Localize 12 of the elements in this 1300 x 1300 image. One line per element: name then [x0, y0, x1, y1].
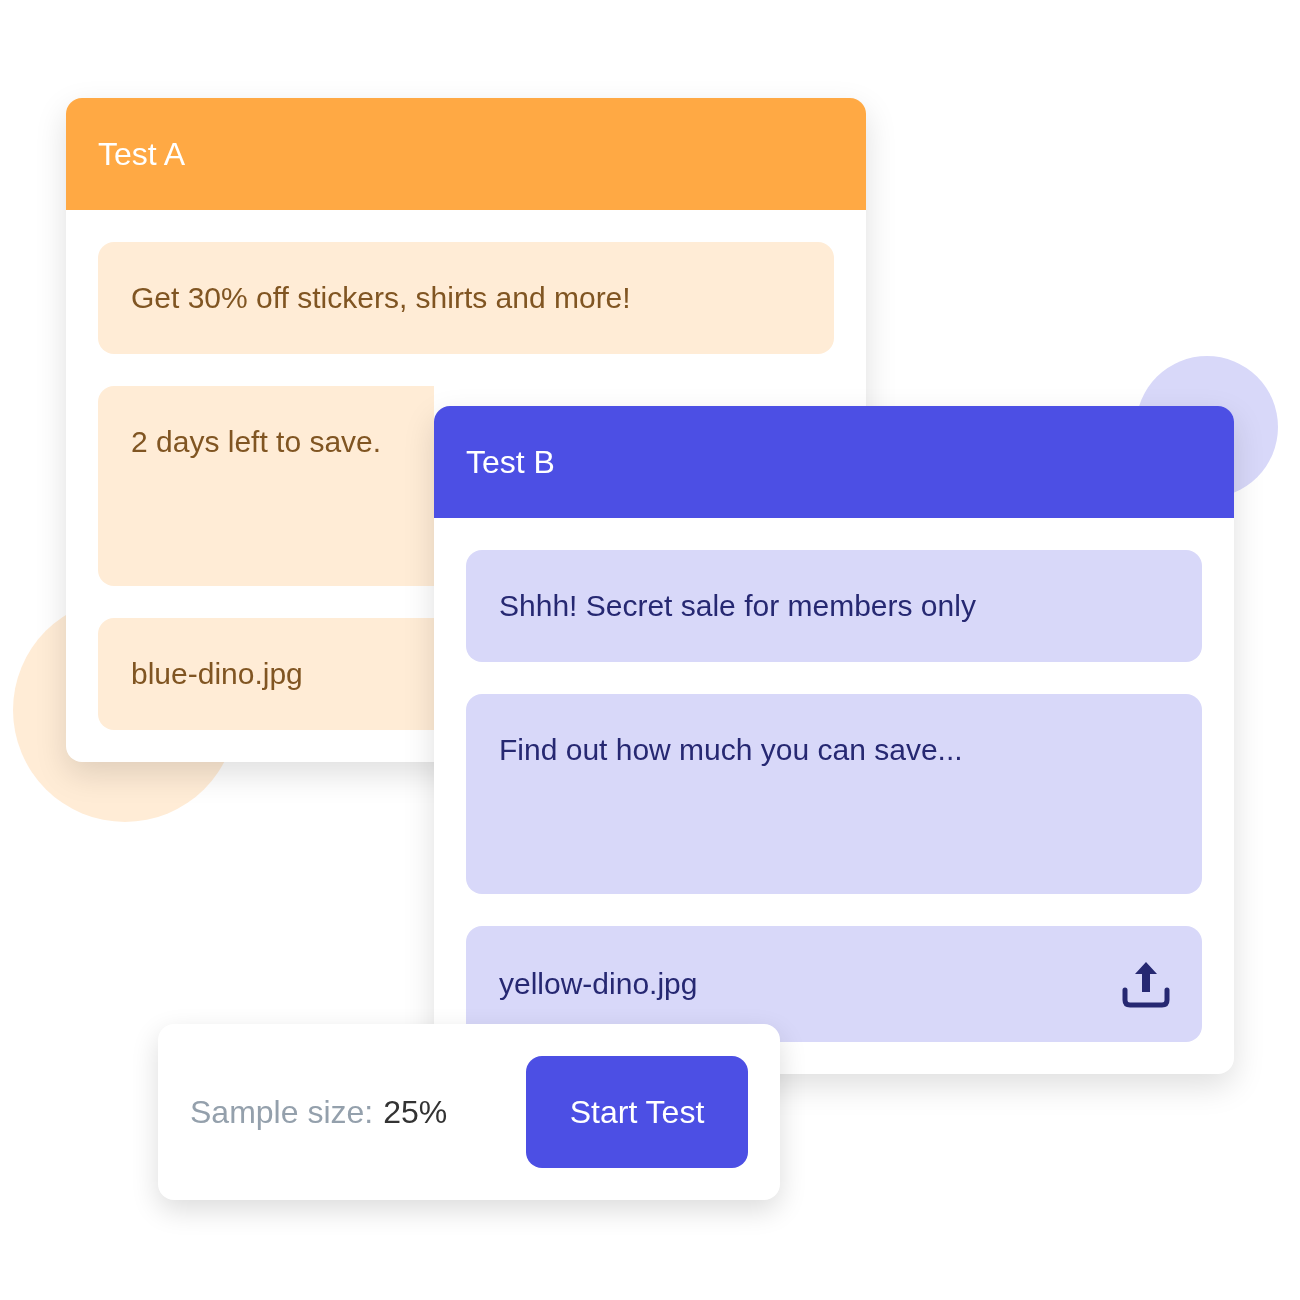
file-field[interactable]: yellow-dino.jpg: [466, 926, 1202, 1042]
text-area[interactable]: Find out how much you can save...: [466, 694, 1202, 894]
text-field[interactable]: Get 30% off stickers, shirts and more!: [98, 242, 834, 354]
text-area[interactable]: 2 days left to save.: [98, 386, 434, 586]
sample-size-label: Sample size:: [190, 1093, 374, 1132]
upload-icon[interactable]: [1121, 960, 1171, 1008]
card-title: Test B: [466, 446, 555, 478]
text-field[interactable]: blue-dino.jpg: [98, 618, 434, 730]
card-title: Test A: [98, 138, 186, 170]
text-field[interactable]: Shhh! Secret sale for members only: [466, 550, 1202, 662]
sample-size-value: 25%: [383, 1093, 448, 1132]
start-test-button[interactable]: Start Test: [526, 1056, 748, 1168]
